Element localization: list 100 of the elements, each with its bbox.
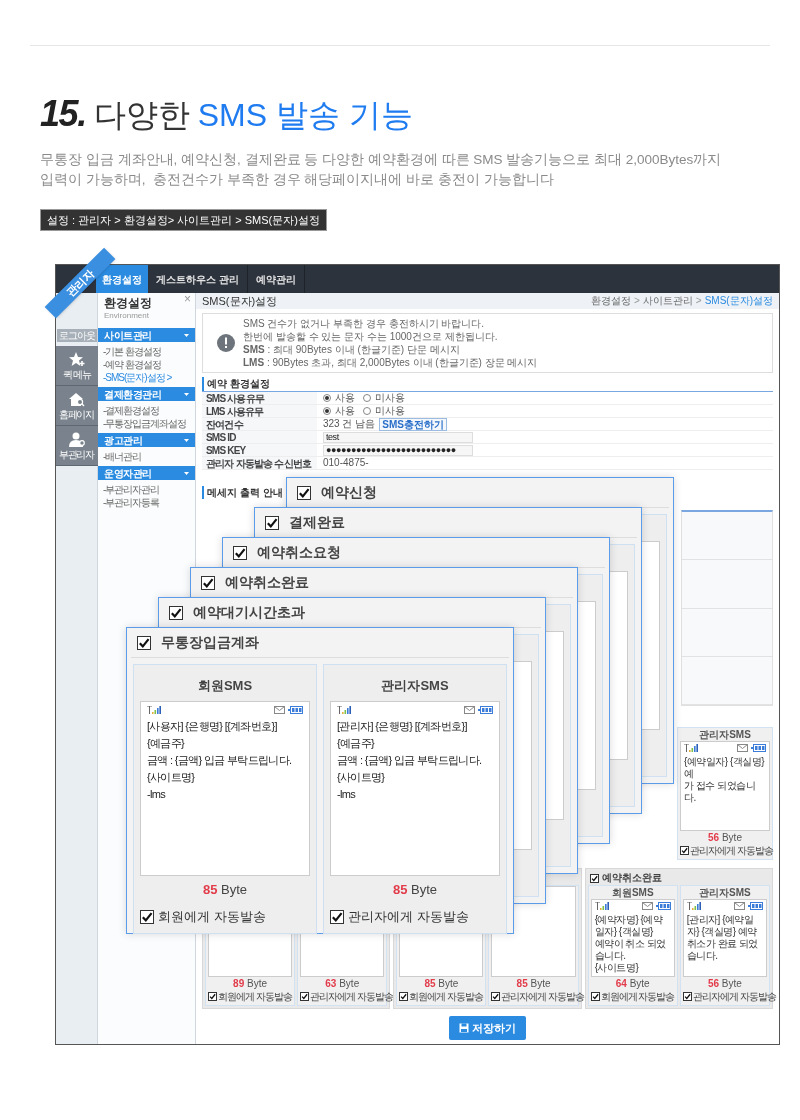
path-badge: 설정 : 관리자 > 환경설정> 사이트관리 > SMS(문자)설정 [40,209,327,231]
radio-button[interactable] [323,394,331,402]
message-line: 금액 : {금액} 입금 부탁드립니다. [337,752,483,768]
battery-icon [751,744,766,752]
sidebar-link[interactable]: -기본 환경설정 [103,345,190,358]
checkbox-label: 회원에게 자동발송 [158,908,266,926]
sidebar-section-header[interactable]: 광고관리 [98,433,195,447]
byte-count: 85 Byte [201,880,249,899]
sidebar-section-header[interactable]: 결제환경관리 [98,387,195,401]
battery-icon [748,902,763,910]
signal-icon [684,744,698,752]
page-title: SMS(문자)설정 [202,293,278,309]
sidebar-link[interactable]: -예약 환경설정 [103,358,190,371]
sidebar-link[interactable]: -결제환경설정 [103,404,190,417]
checkbox[interactable] [137,635,151,650]
notice-line: LMS : 90Bytes 초과, 최대 2,000Bytes 이내 (한글기준) 장문 메시지 [243,356,538,369]
breadcrumb-link[interactable]: 환경설정 [590,295,631,307]
heading-highlight: SMS 발송 기능 [197,96,413,135]
message-line: {예약자명} {예약일자} {객실명} [594,914,664,938]
heading-number: 15. [40,94,86,134]
checkbox[interactable] [297,485,311,500]
input-field[interactable]: ●●●●●●●●●●●●●●●●●●●●●●●●●● [323,444,473,456]
rail-item[interactable]: 퀵 메뉴 [55,346,98,386]
rail-item[interactable]: 홈페이지 [55,386,98,426]
checkbox[interactable] [233,545,247,560]
radio-label: 미사용 [375,392,405,404]
signal-icon [337,705,351,714]
sidebar-link[interactable]: -SMS(문자)설정 > [103,371,190,384]
card-title: 관리자SMS [698,886,752,899]
save-button[interactable]: 저장하기 [449,1016,526,1040]
checkbox[interactable] [208,992,217,1001]
message-line: {예약일자} {객실명} 예 [684,756,766,780]
setting-label: 관리자 자동발송 수신번호 [202,457,317,470]
sidebar-section-header[interactable]: 운영자관리 [98,466,195,480]
close-button[interactable]: × [184,293,191,305]
signal-icon [686,902,701,910]
setting-label: LMS 사용유무 [202,405,317,418]
remaining-count: 323 건 남음 [323,418,376,430]
message-line: {예금주} [147,735,186,751]
panel-title: 예약취소완료 [225,573,309,592]
battery-icon [478,705,493,714]
checkbox[interactable] [300,992,310,1001]
notice-line: SMS 건수가 없거나 부족한 경우 충전하시기 바랍니다. [243,317,486,330]
heading-text: 다양한 [93,96,190,135]
panel-title: 예약대기시간초과 [193,603,305,622]
card-title: 관리자SMS [380,677,450,695]
checkbox[interactable] [330,909,344,924]
checkbox-label: 회원에게 자동발송 [600,990,675,1003]
message-line: {사이트명} [594,962,640,974]
breadcrumb-link[interactable]: SMS(문자)설정 [704,295,773,307]
battery-icon [288,705,303,714]
radio-label: 사용 [335,405,355,417]
breadcrumb-link[interactable]: 사이트관리 [642,295,693,307]
envelope-icon [464,705,475,714]
sidebar-link[interactable]: -무통장입금계좌설정 [103,417,190,430]
phone-number: 010-4875- [323,457,369,469]
radio-button[interactable] [363,394,371,402]
byte-count: 85 Byte [423,977,460,990]
envelope-icon [737,744,748,752]
sidebar-link[interactable]: -부관리자관리 [103,483,190,496]
checkbox[interactable] [682,992,692,1001]
checkbox[interactable] [399,992,409,1001]
checkbox[interactable] [140,909,154,924]
checkbox[interactable] [201,575,215,590]
checkbox[interactable] [491,992,501,1001]
message-line: 금액 : {금액} 입금 부탁드립니다. [147,752,293,768]
checkbox-label: 관리자에게 자동발송 [692,990,776,1003]
notice-line: 한번에 발송할 수 있는 문자 수는 1000건으로 제한됩니다. [243,330,499,343]
caret-icon [184,438,189,442]
envelope-icon [274,705,285,714]
byte-count: 63 Byte [324,977,361,990]
panel-title: 결제완료 [289,513,345,532]
setting-label: SMS 사용유무 [202,392,317,405]
radio-button[interactable] [323,407,331,415]
sidebar-link[interactable]: -부관리자등록 [103,496,190,509]
radio-button[interactable] [363,407,371,415]
nav-tab[interactable]: 환경설정 [96,265,148,293]
rail-item[interactable]: 부관리자 [55,426,98,466]
checkbox[interactable] [589,873,599,883]
checkbox[interactable] [680,846,689,855]
caret-icon [184,333,189,337]
sidebar-section-header[interactable]: 사이트관리 [98,328,195,342]
checkbox-label: 관리자에게 자동발송 [310,990,393,1003]
card-title: 관리자SMS [698,728,752,741]
input-field[interactable]: test [323,431,473,443]
sidebar-link[interactable]: -배너관리 [103,450,190,463]
battery-icon [655,902,671,910]
star-icon [68,351,85,367]
checkbox[interactable] [265,515,279,530]
breadcrumb-separator: > [633,295,640,307]
checkbox[interactable] [590,992,600,1001]
notice-line: SMS : 최대 90Bytes 이내 (한글기준) 단문 메시지 [243,343,461,356]
checkbox-label: 관리자에게 자동발송 [501,990,585,1003]
message-line: [관리자] {은행명} [{계좌번호}] [337,718,468,734]
byte-count: 56 Byte [707,831,743,844]
setting-label: 잔여건수 [202,418,317,431]
message-line: -lms [147,786,167,802]
card-title: 회원SMS [610,886,655,899]
checkbox[interactable] [169,605,183,620]
envelope-icon [641,902,653,910]
